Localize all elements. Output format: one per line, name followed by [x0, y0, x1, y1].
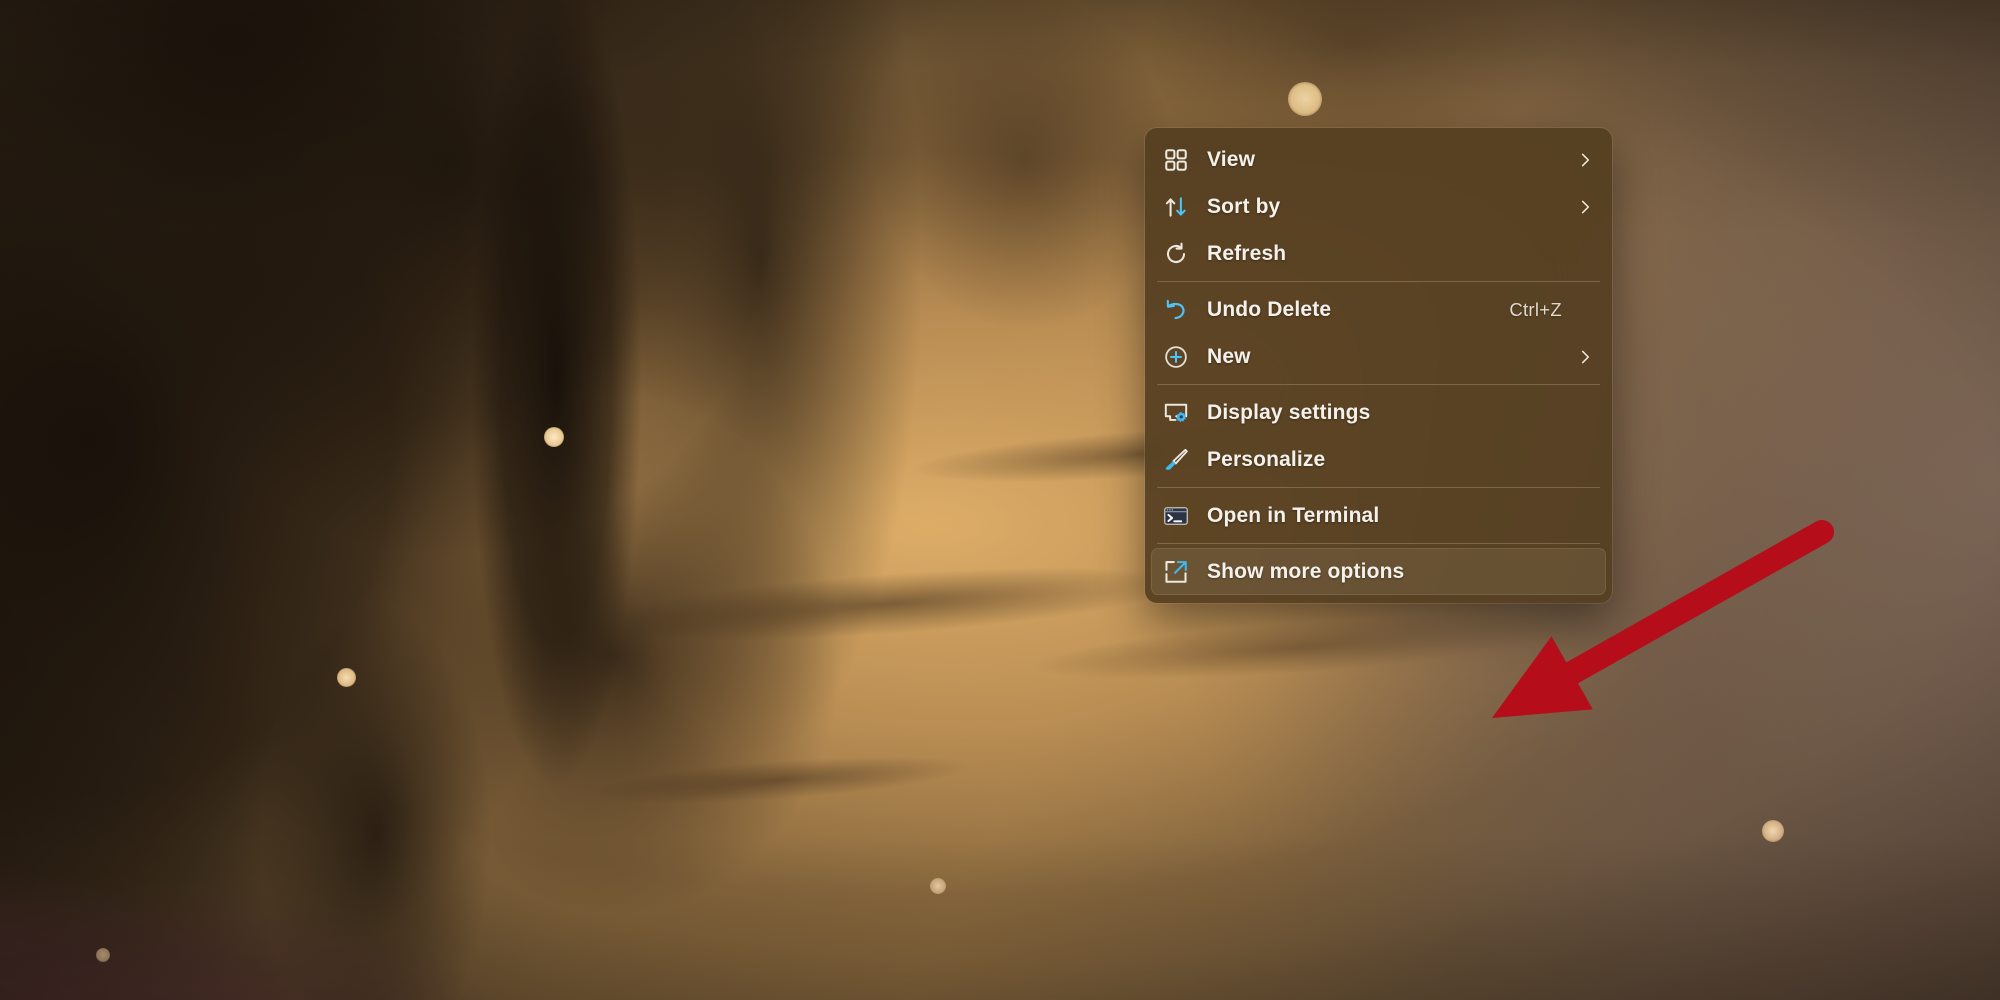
- menu-item-icon-wrap: [1163, 503, 1193, 529]
- chevron-right-icon: [1576, 147, 1594, 173]
- chevron-right-icon: [1576, 344, 1594, 370]
- menu-item-undo-delete[interactable]: Undo Delete Ctrl+Z: [1151, 286, 1606, 333]
- menu-group-2: Display settings Personalize: [1151, 389, 1606, 483]
- chevron-right-icon: [1576, 194, 1594, 220]
- menu-item-label: Sort by: [1207, 194, 1281, 218]
- terminal-icon: [1163, 503, 1189, 529]
- monitor-gear-icon: [1163, 400, 1189, 426]
- menu-item-icon-wrap: [1163, 400, 1193, 426]
- menu-item-label: View: [1207, 147, 1256, 171]
- menu-item-accelerator: Ctrl+Z: [1509, 298, 1562, 320]
- menu-separator: [1157, 384, 1600, 385]
- menu-group-1: Undo Delete Ctrl+Z New: [1151, 286, 1606, 380]
- menu-item-icon-wrap: [1163, 147, 1193, 173]
- menu-item-label: Open in Terminal: [1207, 503, 1380, 527]
- undo-icon: [1163, 297, 1189, 323]
- menu-item-icon-wrap: [1163, 241, 1193, 267]
- desktop-wallpaper[interactable]: [0, 0, 2000, 1000]
- menu-item-personalize[interactable]: Personalize: [1151, 436, 1606, 483]
- menu-item-label: Personalize: [1207, 447, 1326, 471]
- desktop-context-menu[interactable]: View Sort by Refresh Undo Delete Ctrl+Z New Di…: [1145, 128, 1612, 603]
- menu-item-icon-wrap: [1163, 344, 1193, 370]
- grid-icon: [1163, 147, 1189, 173]
- menu-item-icon-wrap: [1163, 297, 1193, 323]
- menu-item-icon-wrap: [1163, 447, 1193, 473]
- expand-arrow-icon: [1163, 559, 1189, 585]
- menu-separator: [1157, 487, 1600, 488]
- desktop-screen: View Sort by Refresh Undo Delete Ctrl+Z New Di…: [0, 0, 2000, 1000]
- refresh-icon: [1163, 241, 1189, 267]
- menu-item-display-settings[interactable]: Display settings: [1151, 389, 1606, 436]
- menu-item-icon-wrap: [1163, 559, 1193, 585]
- menu-item-label: New: [1207, 344, 1251, 368]
- menu-item-show-more-options[interactable]: Show more options: [1151, 548, 1606, 595]
- menu-item-label: Display settings: [1207, 400, 1371, 424]
- sort-icon: [1163, 194, 1189, 220]
- chevron-right-icon: [1576, 147, 1594, 173]
- menu-separator: [1157, 281, 1600, 282]
- wallpaper-vignette: [0, 0, 2000, 1000]
- chevron-right-icon: [1576, 344, 1594, 370]
- plus-circle-icon: [1163, 344, 1189, 370]
- menu-item-label: Undo Delete: [1207, 297, 1332, 321]
- menu-group-4: Show more options: [1151, 548, 1606, 595]
- chevron-right-icon: [1576, 194, 1594, 220]
- menu-item-new[interactable]: New: [1151, 333, 1606, 380]
- menu-item-sort-by[interactable]: Sort by: [1151, 183, 1606, 230]
- menu-separator: [1157, 543, 1600, 544]
- paintbrush-icon: [1163, 447, 1189, 473]
- menu-item-label: Show more options: [1207, 559, 1405, 583]
- menu-item-refresh[interactable]: Refresh: [1151, 230, 1606, 277]
- menu-item-open-in-terminal[interactable]: Open in Terminal: [1151, 492, 1606, 539]
- menu-group-0: View Sort by Refresh: [1151, 136, 1606, 277]
- menu-group-3: Open in Terminal: [1151, 492, 1606, 539]
- menu-item-label: Refresh: [1207, 241, 1287, 265]
- menu-item-icon-wrap: [1163, 194, 1193, 220]
- menu-item-view[interactable]: View: [1151, 136, 1606, 183]
